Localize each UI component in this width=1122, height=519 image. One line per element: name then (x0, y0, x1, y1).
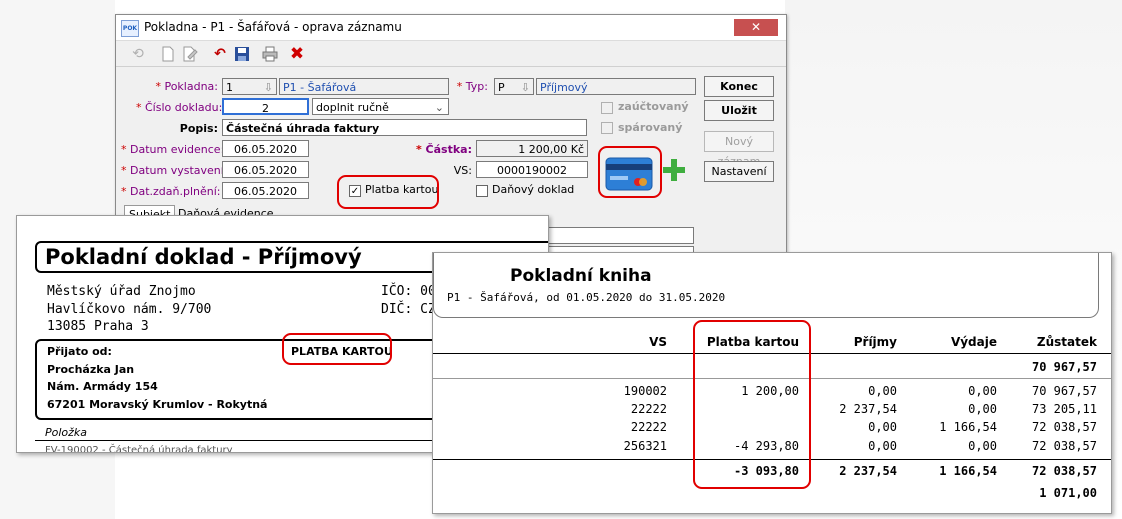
edit-icon[interactable] (182, 46, 198, 62)
cell-vs: 190002 (623, 384, 667, 398)
polozka-label: Položka (45, 426, 88, 439)
receipt-org-line2: Havlíčkovo nám. 9/700 (47, 302, 212, 317)
total-vydaje: 1 166,54 (939, 464, 997, 478)
close-button[interactable]: ✕ (734, 19, 778, 36)
delete-icon[interactable]: ✖ (289, 46, 305, 63)
konec-button[interactable]: Konec (704, 76, 774, 97)
popis-label: Popis: (179, 122, 218, 135)
cell-vydaje: 0,00 (968, 402, 997, 416)
payer-street: Nám. Armády 154 (47, 380, 158, 393)
pokladna-code-field[interactable]: 1 ⇩ (222, 78, 277, 95)
undo-icon[interactable]: ↶ (212, 46, 228, 62)
book-header-box: Pokladní kniha P1 - Šafářová, od 01.05.2… (433, 253, 1099, 318)
cislo-dokladu-label: * Číslo dokladu: (136, 101, 223, 114)
vs-input[interactable]: 0000190002 (476, 161, 588, 178)
total-zustatek: 72 038,57 (1031, 464, 1097, 478)
add-icon[interactable] (662, 158, 686, 182)
dat-zdan-plneni-label: * Dat.zdaň.plnění: (121, 185, 221, 198)
nastaveni-button[interactable]: Nastavení (704, 161, 774, 182)
book-title: Pokladní kniha (510, 266, 652, 286)
cell-prijmy: 0,00 (868, 420, 897, 434)
chevron-down-icon: ⌄ (434, 101, 444, 114)
zauctovany-checkbox[interactable] (601, 102, 613, 114)
cislo-mode-select[interactable]: doplnit ručně ⌄ (312, 98, 449, 115)
toolbar: ⟲ ↶ ✖ (116, 42, 786, 67)
receipt-item-line: FV-190002 - Částečná úhrada faktury (45, 445, 233, 453)
datum-vystaveni-input[interactable]: 06.05.2020 (222, 161, 309, 178)
datum-vystaveni-label: * Datum vystavení: (121, 164, 228, 177)
cell-prijmy: 0,00 (868, 384, 897, 398)
cell-vs: 22222 (630, 402, 667, 416)
ulozit-button[interactable]: Uložit (704, 100, 774, 121)
pokladna-label: * Pokladna: (155, 80, 218, 93)
cell-vydaje: 1 166,54 (939, 420, 997, 434)
castka-field[interactable]: 1 200,00 Kč (476, 140, 588, 157)
dropdown-icon: ⇩ (263, 81, 273, 94)
payer-city: 67201 Moravský Krumlov - Rokytná (47, 398, 268, 411)
app-icon: POK (121, 20, 139, 37)
dropdown-icon: ⇩ (520, 81, 530, 94)
datum-evidence-label: * Datum evidence: (121, 143, 225, 156)
novy-zaznam-button[interactable]: Nový záznam (704, 131, 774, 168)
receipt-org-line1: Městský úřad Znojmo (47, 284, 196, 299)
book-subtitle: P1 - Šafářová, od 01.05.2020 do 31.05.20… (447, 291, 726, 304)
window-title: Pokladna - P1 - Šafářová - oprava záznam… (144, 20, 402, 34)
datum-evidence-input[interactable]: 06.05.2020 (222, 140, 309, 157)
highlight-platba-column (693, 320, 811, 489)
pokladni-kniha-panel: Pokladní kniha P1 - Šafářová, od 01.05.2… (432, 252, 1112, 514)
col-header-vs: VS (649, 335, 667, 349)
col-header-vydaje: Výdaje (950, 335, 997, 349)
refresh-icon[interactable]: ⟲ (130, 46, 146, 62)
payer-name: Procházka Jan (47, 363, 135, 376)
sparovany-checkbox[interactable] (601, 122, 613, 134)
cell-vs: 22222 (630, 420, 667, 434)
vs-label: VS: (453, 164, 472, 177)
cell-zustatek: 73 205,11 (1031, 402, 1097, 416)
save-icon[interactable] (234, 46, 250, 62)
highlight-platba-kartou (337, 175, 439, 209)
cell-vydaje: 0,00 (968, 439, 997, 453)
cell-prijmy: 2 237,54 (839, 402, 897, 416)
cell-zustatek: 72 038,57 (1031, 439, 1097, 453)
col-header-prijmy: Příjmy (853, 335, 897, 349)
danovy-doklad-checkbox[interactable] (476, 185, 488, 197)
print-icon[interactable] (262, 46, 278, 62)
typ-label: * Typ: (456, 80, 488, 93)
castka-label: * Částka: (415, 143, 472, 156)
new-document-icon[interactable] (160, 46, 176, 62)
cell-vydaje: 0,00 (968, 384, 997, 398)
cell-zustatek: 70 967,57 (1031, 384, 1097, 398)
total-prijmy: 2 237,54 (839, 464, 897, 478)
subjekt-field-1[interactable] (534, 227, 694, 244)
title-bar: POK Pokladna - P1 - Šafářová - oprava zá… (116, 15, 786, 41)
opening-balance: 70 967,57 (1031, 360, 1097, 374)
sparovany-label: spárovaný (618, 121, 683, 134)
dat-zdan-plneni-input[interactable]: 06.05.2020 (222, 182, 309, 199)
highlight-card-icon (598, 146, 662, 198)
prijato-od-label: Přijato od: (47, 345, 112, 358)
cell-zustatek: 72 038,57 (1031, 420, 1097, 434)
pokladna-name-field: P1 - Šafářová (279, 78, 449, 95)
popis-input[interactable]: Částečná úhrada faktury (222, 119, 587, 136)
receipt-org-line3: 13085 Praha 3 (47, 319, 149, 334)
cell-vs: 256321 (623, 439, 667, 453)
typ-code-field[interactable]: P ⇩ (494, 78, 534, 95)
cislo-dokladu-input[interactable]: 2 (222, 98, 309, 115)
cell-prijmy: 0,00 (868, 439, 897, 453)
zauctovany-label: zaúčtovaný (618, 100, 689, 113)
typ-name-field: Příjmový (536, 78, 696, 95)
final-balance: 1 071,00 (1039, 486, 1097, 500)
danovy-doklad-label: Daňový doklad (492, 183, 575, 196)
col-header-zustatek: Zůstatek (1036, 335, 1097, 349)
highlight-platba-badge (282, 333, 392, 365)
